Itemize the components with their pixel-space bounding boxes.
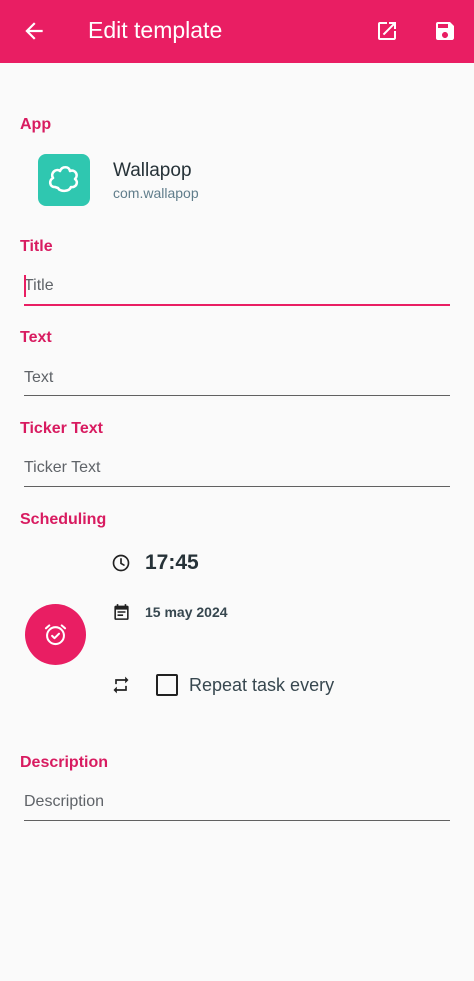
title-input[interactable] bbox=[24, 271, 450, 301]
ticker-text-input[interactable] bbox=[24, 453, 450, 483]
app-package: com.wallapop bbox=[113, 185, 199, 201]
description-label: Description bbox=[20, 754, 109, 771]
arrow-back-icon[interactable] bbox=[20, 18, 48, 44]
page-title: Edit template bbox=[88, 17, 223, 43]
ticker-text-label: Ticker Text bbox=[20, 420, 104, 437]
app-icon[interactable] bbox=[38, 154, 90, 206]
top-app-bar: Edit template bbox=[0, 0, 474, 63]
text-cursor bbox=[24, 275, 26, 297]
repeat-task-label: Repeat task every bbox=[189, 675, 335, 695]
text-underline bbox=[24, 395, 450, 396]
app-section-label: App bbox=[20, 116, 52, 133]
title-label: Title bbox=[20, 238, 53, 255]
app-name: Wallapop bbox=[113, 160, 192, 181]
repeat-checkbox[interactable] bbox=[156, 674, 178, 696]
ticker-text-underline bbox=[24, 486, 450, 487]
scheduling-label: Scheduling bbox=[20, 511, 107, 528]
clock-icon bbox=[112, 554, 130, 572]
text-input[interactable] bbox=[24, 363, 450, 393]
description-input[interactable] bbox=[24, 787, 450, 817]
repeat-icon bbox=[113, 676, 129, 694]
alarm-check-icon bbox=[44, 624, 67, 646]
open-in-new-icon[interactable] bbox=[375, 19, 399, 43]
date-value[interactable]: 15 may 2024 bbox=[145, 604, 228, 620]
save-icon[interactable] bbox=[433, 19, 457, 43]
time-value[interactable]: 17:45 bbox=[145, 551, 199, 575]
title-underline bbox=[24, 304, 450, 306]
description-underline bbox=[24, 820, 450, 821]
text-label: Text bbox=[20, 329, 52, 346]
calendar-icon bbox=[114, 604, 129, 620]
alarm-button[interactable] bbox=[25, 604, 86, 665]
wallapop-logo-icon bbox=[48, 165, 79, 193]
